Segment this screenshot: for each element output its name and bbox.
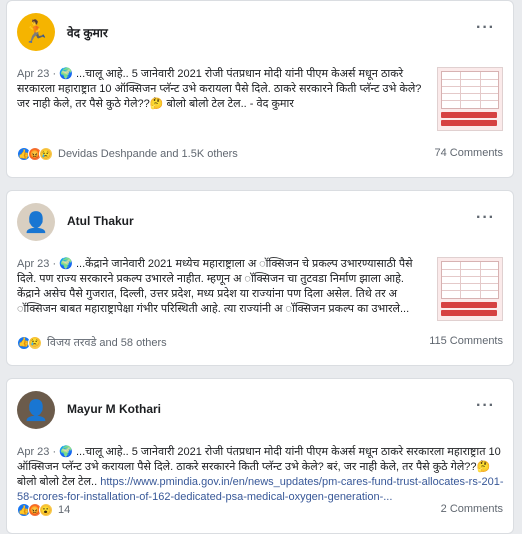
post-card: 👤 Mayur M Kothari ··· Apr 23 · 🌍 ...चालू… <box>6 378 514 534</box>
post-date[interactable]: Apr 23 · <box>17 258 56 270</box>
author-name[interactable]: Atul Thakur <box>67 214 134 228</box>
post-text: Apr 23 · 🌍 ...चालू आहे.. 5 जानेवारी 2021… <box>17 445 505 505</box>
avatar[interactable]: 👤 <box>17 203 55 241</box>
more-options-icon[interactable]: ··· <box>476 19 495 37</box>
reactions-summary[interactable]: 👍 😢 विजय तरवडे and 58 others <box>17 335 167 350</box>
post-footer: 👍 😢 विजय तरवडे and 58 others 115 Comment… <box>17 335 503 353</box>
post-card: 🏃 वेद कुमार ··· Apr 23 · 🌍 ...चालू आहे..… <box>6 0 514 178</box>
post-text: Apr 23 · 🌍 ...केंद्राने जानेवारी 2021 मध… <box>17 257 425 317</box>
globe-icon: 🌍 <box>59 446 73 458</box>
sad-icon: 😢 <box>28 335 42 350</box>
comments-count[interactable]: 2 Comments <box>441 503 503 515</box>
author-name[interactable]: वेद कुमार <box>67 24 108 41</box>
post-footer: 👍 😡 😢 Devidas Deshpande and 1.5K others … <box>17 147 503 165</box>
reacted-by-text: Devidas Deshpande and 1.5K others <box>58 148 238 160</box>
table-image-icon <box>441 71 499 109</box>
post-header: 👤 Mayur M Kothari ··· <box>17 391 503 431</box>
post-thumbnail[interactable] <box>437 257 503 321</box>
post-text: Apr 23 · 🌍 ...चालू आहे.. 5 जानेवारी 2021… <box>17 67 425 112</box>
person-photo-icon: 👤 <box>23 399 49 422</box>
post-date[interactable]: Apr 23 · <box>17 68 56 80</box>
post-thumbnail[interactable] <box>437 67 503 131</box>
avatar[interactable]: 👤 <box>17 391 55 429</box>
more-options-icon[interactable]: ··· <box>476 209 495 227</box>
running-person-icon: 🏃 <box>22 19 50 44</box>
post-date[interactable]: Apr 23 · <box>17 446 56 458</box>
author-name[interactable]: Mayur M Kothari <box>67 402 161 416</box>
post-header: 👤 Atul Thakur ··· <box>17 203 503 243</box>
reactions-summary[interactable]: 👍 😡 😮 14 <box>17 503 70 517</box>
wow-icon: 😮 <box>39 503 53 517</box>
post-card: 👤 Atul Thakur ··· Apr 23 · 🌍 ...केंद्रान… <box>6 190 514 366</box>
post-header: 🏃 वेद कुमार ··· <box>17 13 503 53</box>
globe-icon: 🌍 <box>59 258 73 270</box>
sad-icon: 😢 <box>39 147 53 161</box>
reacted-by-text: विजय तरवडे and 58 others <box>47 337 167 349</box>
post-footer: 👍 😡 😮 14 2 Comments <box>17 503 503 521</box>
post-body: ...चालू आहे.. 5 जानेवारी 2021 रोजी पंतप्… <box>17 68 422 110</box>
comments-count[interactable]: 115 Comments <box>429 335 503 347</box>
avatar[interactable]: 🏃 <box>17 13 55 51</box>
post-body: ...केंद्राने जानेवारी 2021 मध्येच महाराष… <box>17 258 413 315</box>
comments-count[interactable]: 74 Comments <box>435 147 503 159</box>
reactions-summary[interactable]: 👍 😡 😢 Devidas Deshpande and 1.5K others <box>17 147 238 161</box>
table-image-icon <box>441 261 499 299</box>
globe-icon: 🌍 <box>59 68 73 80</box>
more-options-icon[interactable]: ··· <box>476 397 495 415</box>
reacted-by-text: 14 <box>58 504 71 516</box>
person-photo-icon: 👤 <box>23 211 49 234</box>
